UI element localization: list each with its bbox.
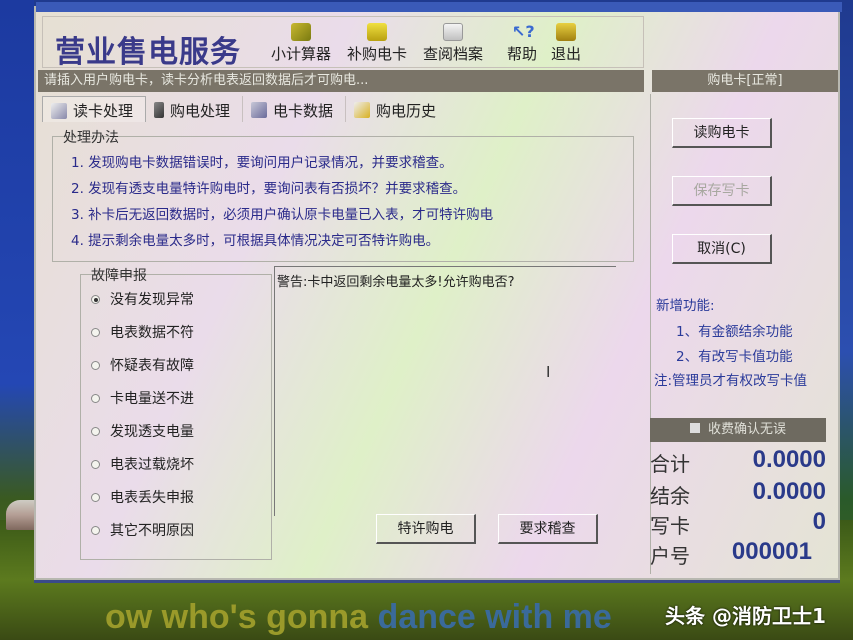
watermark: 头条 @消防卫士1 (665, 604, 826, 628)
toolbar-reissue-card[interactable]: 补购电卡 (347, 23, 407, 64)
radio-icon (91, 393, 100, 403)
summary-label: 户号 (650, 544, 690, 568)
help-icon: ↖? (512, 22, 535, 41)
fault-option[interactable]: 电表过载烧坏 (91, 454, 194, 474)
summary-value: 0.0000 (752, 478, 826, 505)
desktop-lyric: ow who's gonna dance with me (105, 598, 612, 637)
new-feature-item: 2、有改写卡值功能 (676, 349, 793, 365)
methods-group: 处理办法 1. 发现购电卡数据错误时，要询问用户记录情况，并要求稽查。 2. 发… (52, 130, 634, 262)
tab-label: 读卡处理 (73, 102, 134, 120)
fault-option-label: 怀疑表有故障 (110, 358, 194, 374)
fault-option-label: 电表数据不符 (110, 325, 194, 341)
sales-service-window: 营业售电服务 小计算器 补购电卡 查阅档案 ↖? 帮助 退出 请插入用户购电卡，… (34, 2, 842, 580)
fault-option[interactable]: 电表丢失申报 (91, 487, 194, 507)
summary-write-card: 写卡 0 (650, 508, 826, 542)
admin-note: 注:管理员才有权改写卡值 (654, 373, 808, 389)
methods-legend: 处理办法 (63, 130, 119, 146)
tab-bar: 读卡处理 购电处理 电卡数据 购电历史 (42, 96, 448, 122)
fault-option-label: 没有发现异常 (110, 292, 194, 308)
summary-label: 结余 (650, 484, 690, 508)
summary-value: 000001 (731, 538, 812, 565)
radio-icon (91, 459, 100, 469)
fee-confirm-label: 收费确认无误 (707, 422, 786, 437)
radio-icon (91, 525, 100, 535)
fault-option-label: 电表丢失申报 (110, 490, 194, 506)
card-status: 购电卡[正常] (652, 70, 838, 92)
history-icon (354, 102, 371, 118)
fault-option-label: 其它不明原因 (110, 523, 194, 539)
fault-option[interactable]: 卡电量送不进 (91, 388, 194, 408)
tab-history[interactable]: 购电历史 (346, 96, 448, 122)
header: 营业售电服务 小计算器 补购电卡 查阅档案 ↖? 帮助 退出 (42, 16, 644, 70)
tab-read-card[interactable]: 读卡处理 (42, 96, 147, 122)
method-item: 2. 发现有透支电量特许购电时，要询问表有否损坏？并要求稽查。 (71, 181, 467, 197)
save-write-card-button[interactable]: 保存写卡 (672, 176, 772, 206)
fault-option-label: 电表过载烧坏 (110, 457, 194, 473)
toolbar-calculator[interactable]: 小计算器 (271, 23, 331, 64)
window-top-band (36, 2, 842, 12)
toolbar-view-archive[interactable]: 查阅档案 (423, 23, 483, 64)
app-title: 营业售电服务 (55, 35, 241, 70)
read-card-button[interactable]: 读购电卡 (672, 118, 772, 148)
fault-option[interactable]: 没有发现异常 (91, 289, 194, 309)
tab-label: 购电历史 (376, 101, 437, 120)
tab-label: 购电处理 (170, 101, 231, 120)
toolbar-label: 查阅档案 (423, 45, 484, 63)
radio-selected-icon (91, 294, 100, 304)
toolbar-label: 小计算器 (271, 45, 332, 63)
fault-legend: 故障申报 (91, 268, 147, 284)
toolbar-exit[interactable]: 退出 (551, 23, 581, 64)
cancel-button[interactable]: 取消(C) (672, 234, 772, 264)
search-document-icon (443, 23, 463, 41)
tab-label: 电卡数据 (273, 101, 334, 120)
summary-value: 0 (812, 508, 826, 535)
method-item: 3. 补卡后无返回数据时，必须用户确认原卡电量已入表，才可特许购电 (71, 207, 494, 223)
toolbar-help[interactable]: ↖? 帮助 (507, 23, 537, 64)
card-data-icon (251, 102, 268, 118)
purchase-icon (154, 102, 165, 118)
fault-report-group: 故障申报 没有发现异常 电表数据不符 怀疑表有故障 卡电量送不进 发现透支电量 … (80, 268, 272, 560)
method-item: 4. 提示剩余电量太多时，可根据具体情况决定可否特许购电。 (71, 233, 440, 249)
text-cursor-icon: I (546, 363, 551, 381)
toolbar-label: 补购电卡 (347, 45, 408, 63)
summary-value: 0.0000 (752, 446, 826, 473)
summary-total: 合计 0.0000 (650, 446, 826, 480)
summary-label: 写卡 (650, 514, 690, 538)
exit-icon (556, 23, 576, 41)
tab-card-data[interactable]: 电卡数据 (243, 96, 347, 122)
allow-purchase-button[interactable]: 特许购电 (376, 514, 476, 544)
method-item: 1. 发现购电卡数据错误时，要询问用户记录情况，并要求稽查。 (71, 155, 453, 171)
new-feature-item: 1、有金额结余功能 (676, 324, 793, 340)
fault-option-label: 发现透支电量 (110, 424, 194, 440)
summary-label: 合计 (650, 452, 690, 476)
status-message: 请插入用户购电卡，读卡分析电表返回数据后才可购电... (38, 70, 644, 92)
radio-icon (91, 327, 100, 337)
fault-option[interactable]: 电表数据不符 (91, 322, 194, 342)
warning-textarea[interactable]: 警告:卡中返回剩余电量太多!允许购电否? (274, 266, 616, 516)
card-folder-icon (367, 23, 387, 41)
tab-purchase[interactable]: 购电处理 (146, 96, 244, 122)
warning-text: 警告:卡中返回剩余电量太多!允许购电否? (277, 275, 515, 290)
toolbar-label: 帮助 (507, 45, 538, 63)
radio-icon (91, 360, 100, 370)
radio-icon (91, 492, 100, 502)
fault-option[interactable]: 怀疑表有故障 (91, 355, 194, 375)
toolbar-label: 退出 (551, 45, 582, 63)
read-card-icon (51, 102, 67, 119)
fault-option[interactable]: 其它不明原因 (91, 520, 194, 540)
fault-option[interactable]: 发现透支电量 (91, 421, 194, 441)
request-audit-button[interactable]: 要求稽查 (498, 514, 598, 544)
new-features-title: 新增功能: (656, 298, 715, 314)
summary-balance: 结余 0.0000 (650, 478, 826, 512)
lyric-part-sung: ow who's gonna (105, 598, 378, 636)
checkbox-icon (689, 423, 700, 433)
fee-confirm-checkbox[interactable]: 收费确认无误 (650, 418, 826, 442)
lyric-part-upcoming: dance with me (377, 598, 612, 636)
calculator-icon (291, 23, 311, 41)
summary-account-number: 户号 000001 (650, 538, 826, 572)
radio-icon (91, 426, 100, 436)
fault-option-label: 卡电量送不进 (110, 391, 194, 407)
